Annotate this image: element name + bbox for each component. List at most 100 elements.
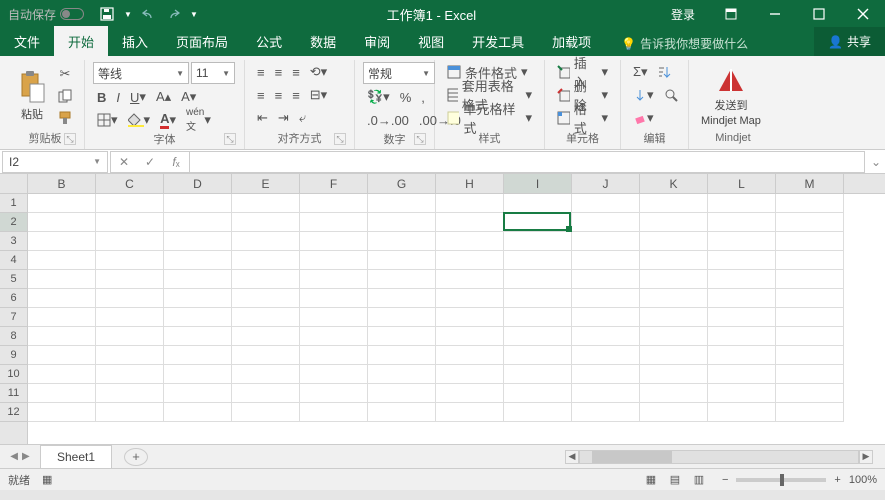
cell[interactable]: [640, 289, 708, 308]
cell[interactable]: [232, 346, 300, 365]
cell[interactable]: [232, 251, 300, 270]
formula-input[interactable]: [190, 151, 865, 173]
cell[interactable]: [28, 384, 96, 403]
insert-function-icon[interactable]: fₓ: [163, 155, 189, 169]
tab-file[interactable]: 文件: [0, 26, 54, 56]
cell[interactable]: [96, 327, 164, 346]
cell[interactable]: [368, 270, 436, 289]
row-header[interactable]: 10: [0, 365, 27, 384]
cell[interactable]: [232, 384, 300, 403]
cell[interactable]: [232, 213, 300, 232]
orientation-icon[interactable]: ⟲▾: [306, 62, 331, 82]
cell[interactable]: [164, 194, 232, 213]
cell[interactable]: [436, 308, 504, 327]
name-box[interactable]: I2▼: [2, 151, 108, 173]
cell-styles-button[interactable]: 单元格样式▾: [443, 108, 536, 128]
row-header[interactable]: 7: [0, 308, 27, 327]
cell[interactable]: [572, 289, 640, 308]
cell[interactable]: [96, 384, 164, 403]
cell[interactable]: [640, 308, 708, 327]
column-header[interactable]: M: [776, 174, 844, 193]
ribbon-options-icon[interactable]: [709, 0, 753, 28]
cell[interactable]: [164, 251, 232, 270]
cell[interactable]: [504, 365, 572, 384]
column-header[interactable]: K: [640, 174, 708, 193]
share-button[interactable]: 👤共享: [814, 27, 885, 56]
cell[interactable]: [300, 384, 368, 403]
cancel-formula-icon[interactable]: ✕: [111, 155, 137, 169]
row-header[interactable]: 5: [0, 270, 27, 289]
cell[interactable]: [368, 308, 436, 327]
undo-icon[interactable]: [142, 8, 156, 20]
view-page-break-icon[interactable]: ▥: [688, 471, 710, 489]
cell[interactable]: [164, 365, 232, 384]
sheet-nav[interactable]: ◀▶: [0, 451, 40, 462]
zoom-level[interactable]: 100%: [849, 474, 877, 486]
increase-font-icon[interactable]: A▴: [152, 87, 175, 107]
decrease-indent-icon[interactable]: ⇤: [253, 108, 272, 128]
cell[interactable]: [708, 251, 776, 270]
cell[interactable]: [708, 327, 776, 346]
cell[interactable]: [28, 403, 96, 422]
cell[interactable]: [232, 194, 300, 213]
cell[interactable]: [164, 308, 232, 327]
copy-icon[interactable]: [54, 86, 76, 106]
column-header[interactable]: G: [368, 174, 436, 193]
cell[interactable]: [504, 403, 572, 422]
cell[interactable]: [300, 251, 368, 270]
cell[interactable]: [776, 308, 844, 327]
cell[interactable]: [776, 327, 844, 346]
tab-home[interactable]: 开始: [54, 26, 108, 56]
cell[interactable]: [368, 289, 436, 308]
cell[interactable]: [708, 346, 776, 365]
cell[interactable]: [300, 232, 368, 251]
cell[interactable]: [708, 213, 776, 232]
column-header[interactable]: L: [708, 174, 776, 193]
column-header[interactable]: F: [300, 174, 368, 193]
hscroll-thumb[interactable]: [592, 451, 672, 463]
cell[interactable]: [28, 194, 96, 213]
cell[interactable]: [504, 270, 572, 289]
cell[interactable]: [504, 327, 572, 346]
cell[interactable]: [572, 232, 640, 251]
cell[interactable]: [572, 365, 640, 384]
cut-icon[interactable]: ✂: [54, 64, 76, 84]
cell[interactable]: [232, 308, 300, 327]
hscroll-track[interactable]: [579, 450, 859, 464]
cell[interactable]: [776, 365, 844, 384]
align-right-icon[interactable]: ≡: [288, 85, 304, 105]
cell[interactable]: [776, 270, 844, 289]
italic-button[interactable]: I: [112, 87, 124, 107]
format-painter-icon[interactable]: [54, 108, 76, 128]
cell[interactable]: [572, 308, 640, 327]
view-page-layout-icon[interactable]: ▤: [664, 471, 686, 489]
cell[interactable]: [640, 213, 708, 232]
row-header[interactable]: 8: [0, 327, 27, 346]
cell[interactable]: [504, 232, 572, 251]
maximize-icon[interactable]: [797, 0, 841, 28]
cell[interactable]: [164, 403, 232, 422]
column-header[interactable]: I: [504, 174, 572, 193]
cell[interactable]: [504, 384, 572, 403]
sort-filter-icon[interactable]: [654, 62, 676, 82]
cell[interactable]: [572, 194, 640, 213]
cell[interactable]: [436, 270, 504, 289]
row-header[interactable]: 11: [0, 384, 27, 403]
mindjet-send-button[interactable]: 发送到 Mindjet Map: [697, 62, 765, 129]
zoom-in-button[interactable]: +: [834, 474, 840, 486]
hscroll-left-icon[interactable]: ◀: [565, 450, 579, 464]
cell[interactable]: [572, 346, 640, 365]
decrease-font-icon[interactable]: A▾: [177, 87, 200, 107]
expand-formula-bar-icon[interactable]: ⌄: [867, 155, 885, 169]
cell[interactable]: [640, 232, 708, 251]
cell[interactable]: [572, 251, 640, 270]
cell[interactable]: [368, 327, 436, 346]
cell[interactable]: [708, 194, 776, 213]
row-header[interactable]: 1: [0, 194, 27, 213]
qat-customize-icon[interactable]: ▼: [190, 10, 198, 19]
cell[interactable]: [436, 289, 504, 308]
align-left-icon[interactable]: ≡: [253, 85, 269, 105]
cell[interactable]: [368, 213, 436, 232]
cell[interactable]: [776, 213, 844, 232]
autosave-toggle[interactable]: 自动保存: [0, 6, 92, 23]
